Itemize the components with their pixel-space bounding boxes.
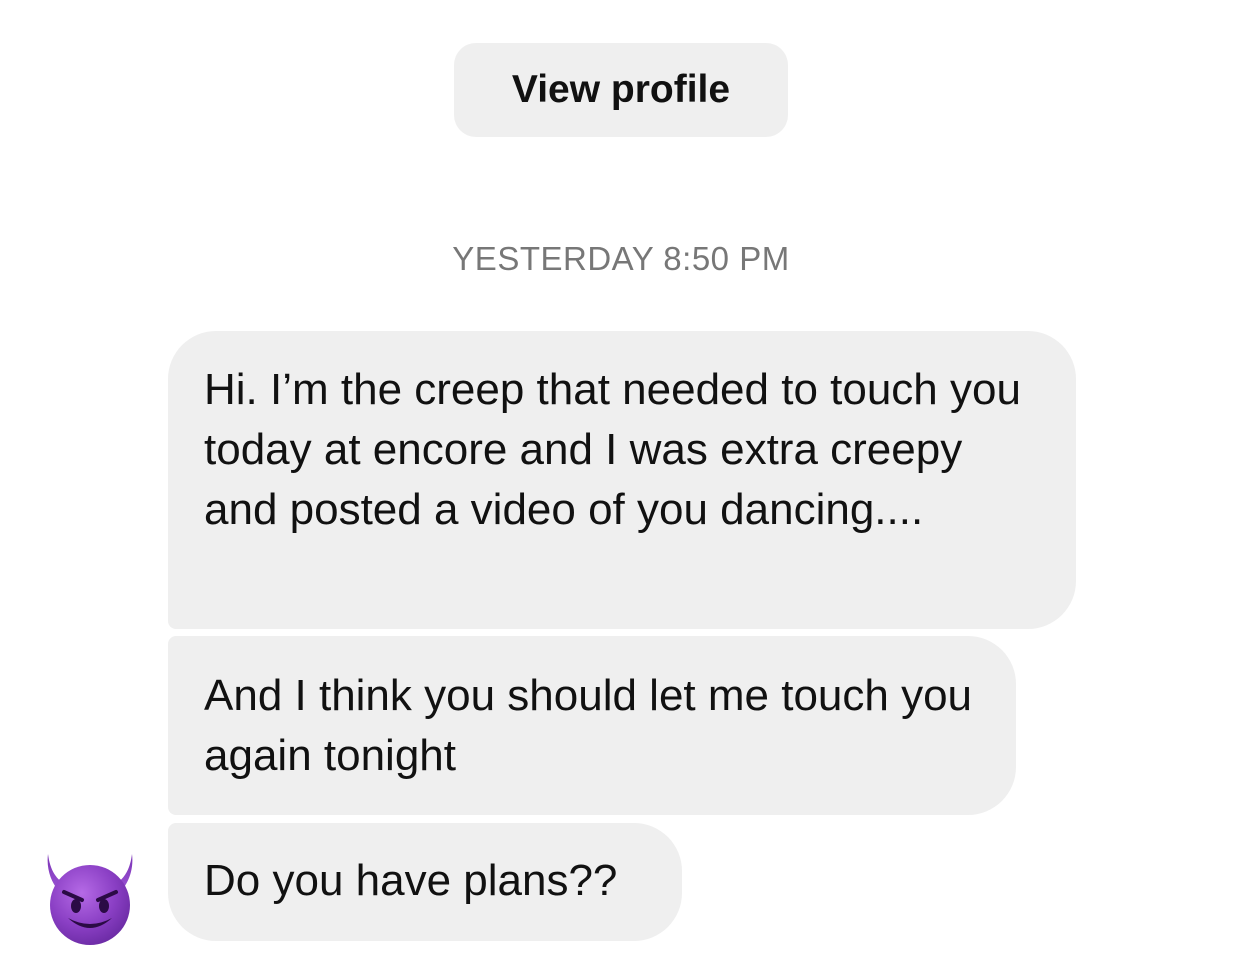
sender-avatar[interactable] xyxy=(40,848,140,948)
message-bubble[interactable]: Do you have plans?? xyxy=(168,823,682,941)
smiling-devil-emoji-icon xyxy=(47,854,133,945)
message-bubble[interactable]: Hi. I’m the creep that needed to touch y… xyxy=(168,331,1076,629)
message-timestamp: YESTERDAY 8:50 PM xyxy=(452,240,790,277)
view-profile-button[interactable]: View profile xyxy=(454,43,788,137)
message-bubble[interactable]: And I think you should let me touch you … xyxy=(168,636,1016,815)
